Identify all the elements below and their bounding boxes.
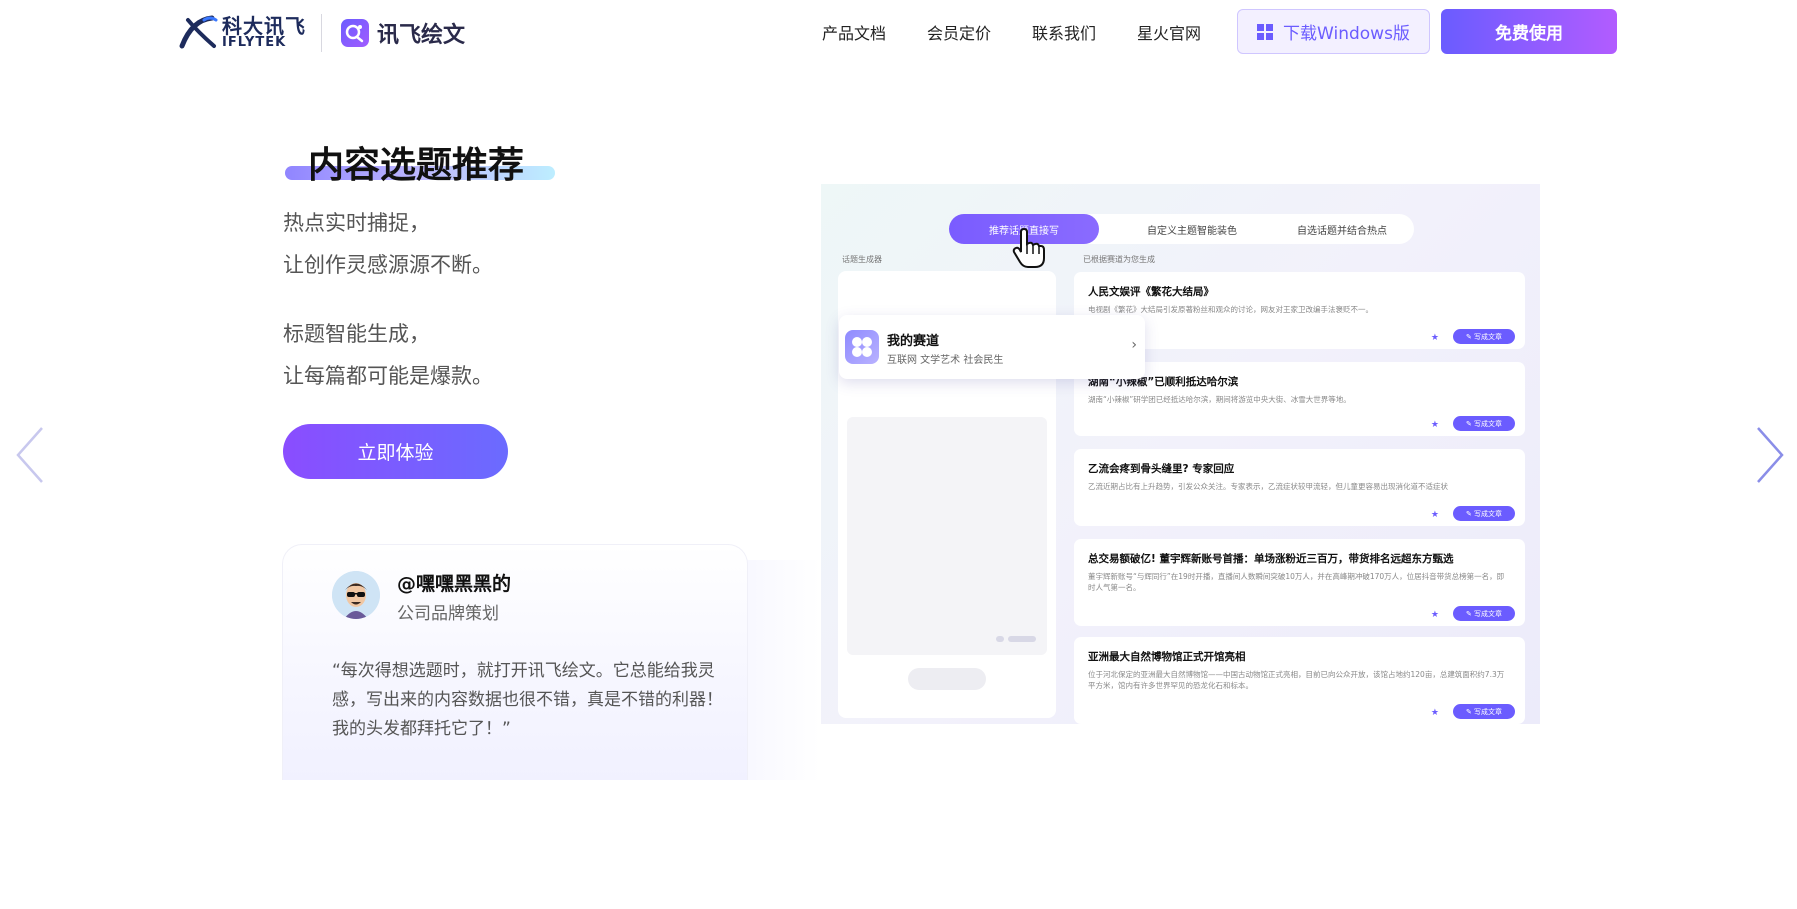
track-app-icon (845, 330, 879, 364)
topic-card-title: 乙流会疼到骨头缝里? 专家回应 (1088, 463, 1235, 475)
topic-card-title: 总交易额破亿! 董宇辉新账号首播：单场涨粉近三百万，带货排名远超东方甄选 (1088, 553, 1454, 565)
brand-cn: 科大讯飞 (222, 13, 306, 38)
generator-placeholder (847, 417, 1047, 655)
generator-pill (908, 668, 986, 690)
chevron-right-icon: › (1131, 337, 1137, 353)
write-article-button: ✎ 写成文章 (1453, 506, 1515, 521)
write-article-button: ✎ 写成文章 (1453, 329, 1515, 344)
star-icon: ★ (1430, 708, 1439, 718)
star-icon: ★ (1430, 510, 1439, 520)
carousel-next-arrow[interactable] (1748, 422, 1788, 488)
iflytek-logo[interactable]: 科大讯飞 IFLYTEK (178, 14, 306, 50)
hero-title-wrap: 内容选题推荐 (285, 136, 555, 188)
mockup-tab-self: 自选话题并结合热点 (1297, 225, 1387, 237)
testimonial-card: @嘿嘿黑黑的 公司品牌策划 “每次得想选题时，就打开讯飞绘文。它总能给我灵感，写… (282, 544, 748, 780)
logo-divider (321, 14, 322, 52)
star-icon: ★ (1430, 420, 1439, 430)
hand-cursor-icon (1011, 227, 1045, 268)
write-article-button: ✎ 写成文章 (1453, 606, 1515, 621)
topic-card-desc: 乙流近期占比有上升趋势，引发公众关注。专家表示，乙流症状较甲流轻，但儿童更容易出… (1088, 482, 1448, 491)
star-icon: ★ (1430, 610, 1439, 620)
download-windows-button[interactable]: 下载Windows版 (1237, 9, 1430, 54)
write-article-button: ✎ 写成文章 (1453, 704, 1515, 719)
testimonial-quote: “每次得想选题时，就打开讯飞绘文。它总能给我灵感，写出来的内容数据也很不错，真是… (332, 661, 723, 739)
hero-desc-line-3: 标题智能生成， (283, 322, 430, 346)
download-label: 下载Windows版 (1283, 24, 1410, 44)
nav-link-spark[interactable]: 星火官网 (1137, 20, 1201, 44)
nav-link-pricing[interactable]: 会员定价 (927, 20, 991, 44)
mockup-tab-custom: 自定义主题智能装色 (1147, 225, 1237, 237)
nav-link-docs[interactable]: 产品文档 (822, 20, 886, 44)
my-track-popup: 我的赛道 互联网 文学艺术 社会民生 › (839, 315, 1145, 379)
iflytek-x-icon (178, 14, 218, 50)
app-name: 讯飞绘文 (377, 23, 466, 48)
hero-title: 内容选题推荐 (308, 145, 525, 186)
app-logo[interactable]: 讯飞绘文 (341, 17, 465, 49)
free-use-button[interactable]: 免费使用 (1441, 9, 1617, 54)
avatar (332, 571, 380, 619)
topic-card-desc: 董宇辉新账号“与辉同行”在19时开播，直播间人数瞬间突破10万人，并在高峰期冲破… (1088, 572, 1505, 592)
topic-card: 乙流会疼到骨头缝里? 专家回应 乙流近期占比有上升趋势，引发公众关注。专家表示，… (1074, 449, 1525, 526)
topic-card: 总交易额破亿! 董宇辉新账号首播：单场涨粉近三百万，带货排名远超东方甄选 董宇辉… (1074, 539, 1525, 626)
generated-label: 已根据赛道为您生成 (1083, 255, 1155, 264)
chevron-left-icon (16, 427, 43, 483)
topic-card-desc: 位于河北保定的亚洲最大自然博物馆——中国古动物馆正式亮相，目前已向公众开放，该馆… (1088, 670, 1505, 690)
product-screenshot: 推荐话题直接写 自定义主题智能装色 自选话题并结合热点 话题生成器 已根据赛道为… (821, 184, 1540, 724)
nav-link-contact[interactable]: 联系我们 (1032, 20, 1096, 44)
my-track-title: 我的赛道 (887, 334, 940, 349)
try-now-button[interactable]: 立即体验 (283, 424, 508, 479)
my-track-subtitle: 互联网 文学艺术 社会民生 (887, 355, 1004, 366)
top-navbar: 科大讯飞 IFLYTEK 讯飞绘文 产品文档 会员定价 联系我们 星火官网 下载… (0, 0, 1797, 64)
star-icon: ★ (1430, 333, 1439, 343)
testimonial-role: 公司品牌策划 (397, 604, 499, 624)
carousel-prev-arrow[interactable] (12, 422, 52, 488)
topic-card: 亚洲最大自然博物馆正式开馆亮相 位于河北保定的亚洲最大自然博物馆——中国古动物馆… (1074, 637, 1525, 724)
pager-dots (996, 636, 1036, 642)
testimonial-username: @嘿嘿黑黑的 (397, 573, 512, 595)
hero-desc-line-4: 让每篇都可能是爆款。 (283, 364, 493, 388)
topic-card-desc: 电视剧《繁花》大结局引发原著粉丝和观众的讨论，网友对王家卫改编手法褒贬不一。 (1088, 305, 1373, 314)
topic-card-title: 亚洲最大自然博物馆正式开馆亮相 (1088, 651, 1246, 663)
write-article-button: ✎ 写成文章 (1453, 416, 1515, 431)
free-use-label: 免费使用 (1495, 24, 1563, 44)
windows-icon (1257, 23, 1274, 40)
chevron-right-icon (1757, 427, 1784, 483)
topic-card-desc: 湖南“小辣椒”研学团已经抵达哈尔滨，期间将游览中央大街、冰雪大世界等地。 (1088, 395, 1351, 404)
hero-desc-line-1: 热点实时捕捉， (283, 211, 430, 235)
app-logo-icon (341, 19, 369, 47)
try-now-label: 立即体验 (357, 442, 434, 464)
topic-card-title: 人民文娱评《繁花大结局》 (1088, 286, 1214, 298)
topic-generator-label: 话题生成器 (842, 255, 882, 264)
hero-desc-line-2: 让创作灵感源源不断。 (283, 253, 493, 277)
testimonial-glow (740, 560, 820, 780)
